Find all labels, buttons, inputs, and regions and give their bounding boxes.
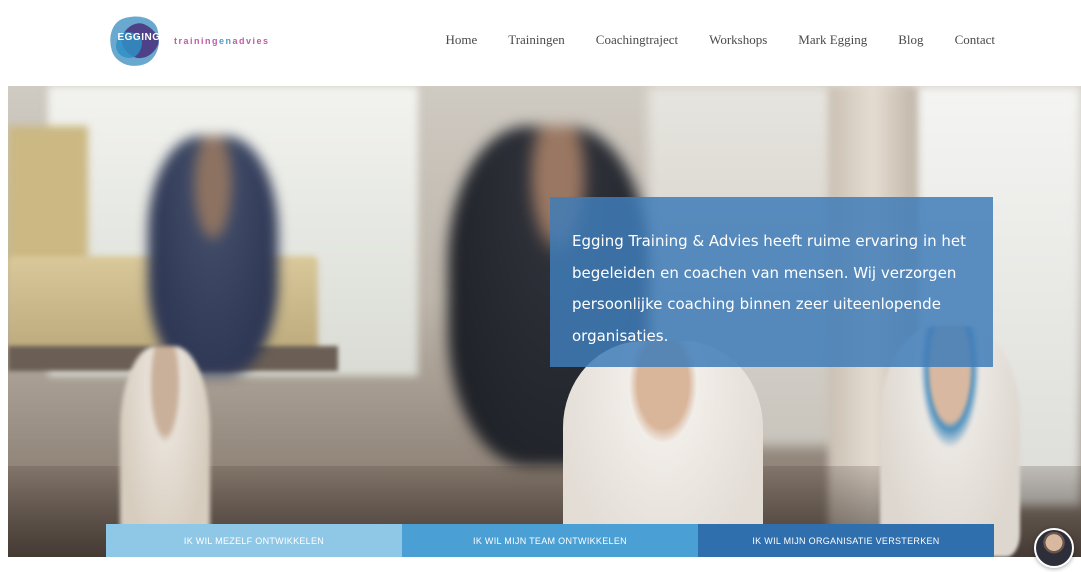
hero-banner: Egging Training & Advies heeft ruime erv…: [8, 86, 1081, 557]
site-header: EGGING trainingenadvies Home Trainingen …: [0, 0, 1081, 86]
cta-strengthen-organisation-button[interactable]: IK WIL MIJN ORGANISATIE VERSTERKEN: [698, 524, 994, 557]
nav-coachingtraject[interactable]: Coachingtraject: [596, 32, 678, 48]
hero-person-left: [148, 136, 278, 376]
cta-develop-myself-button[interactable]: IK WIL MEZELF ONTWIKKELEN: [106, 524, 402, 557]
hero-cushion: [8, 126, 88, 276]
nav-workshops[interactable]: Workshops: [709, 32, 767, 48]
site-logo[interactable]: EGGING trainingenadvies: [103, 9, 298, 73]
nav-trainingen[interactable]: Trainingen: [508, 32, 565, 48]
intro-box: Egging Training & Advies heeft ruime erv…: [550, 197, 993, 367]
coach-avatar-icon[interactable]: [1034, 528, 1074, 568]
nav-blog[interactable]: Blog: [898, 32, 923, 48]
egging-logo-icon: EGGING: [103, 9, 167, 73]
cta-bar: IK WIL MEZELF ONTWIKKELEN IK WIL MIJN TE…: [106, 524, 994, 557]
nav-home[interactable]: Home: [445, 32, 477, 48]
intro-text: Egging Training & Advies heeft ruime erv…: [572, 232, 967, 345]
nav-contact[interactable]: Contact: [955, 32, 995, 48]
main-nav: Home Trainingen Coachingtraject Workshop…: [445, 32, 995, 48]
logo-tagline: trainingenadvies: [174, 36, 270, 46]
logo-wordmark: EGGING: [117, 32, 161, 43]
nav-mark-egging[interactable]: Mark Egging: [798, 32, 867, 48]
cta-develop-team-button[interactable]: IK WIL MIJN TEAM ONTWIKKELEN: [402, 524, 698, 557]
page: EGGING trainingenadvies Home Trainingen …: [0, 0, 1081, 572]
